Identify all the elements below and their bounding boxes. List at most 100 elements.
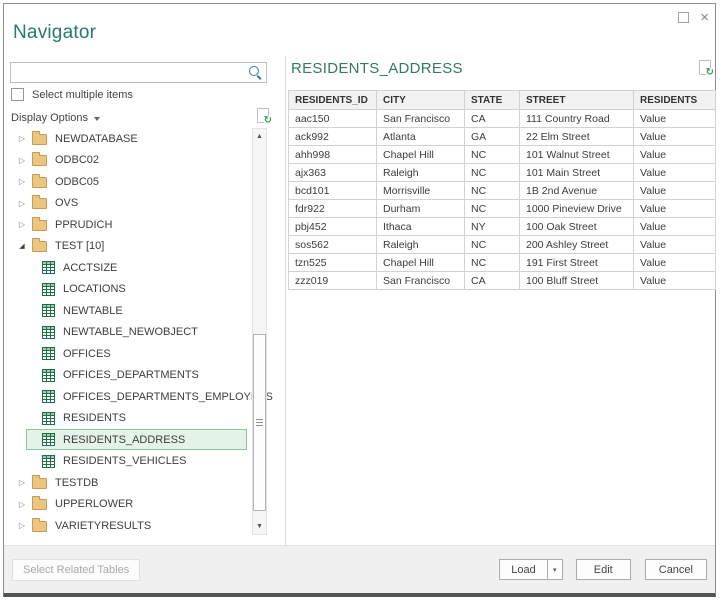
table-cell: Chapel Hill: [377, 146, 465, 164]
scroll-up-icon[interactable]: ▲: [253, 129, 266, 144]
tree-item-body: NEWTABLE_NEWOBJECT: [26, 322, 247, 343]
table-cell: Raleigh: [377, 164, 465, 182]
expand-arrow-icon[interactable]: ▷: [16, 156, 28, 165]
preview-title: RESIDENTS_ADDRESS: [291, 60, 463, 77]
load-button[interactable]: Load: [499, 559, 547, 580]
tree-item-odbc02[interactable]: ▷ ODBC02: [4, 150, 252, 172]
tree-item-offices[interactable]: OFFICES: [4, 343, 252, 365]
table-cell: ahh998: [289, 146, 377, 164]
tree-item-acctsize[interactable]: ACCTSIZE: [4, 257, 252, 279]
collapse-arrow-icon[interactable]: ◢: [16, 242, 28, 250]
table-icon: [42, 304, 55, 317]
tree-item-odbc05[interactable]: ▷ODBC05: [4, 171, 252, 193]
select-multiple-checkbox[interactable]: [11, 88, 24, 101]
tree-item-testdb[interactable]: ▷ TESTDB: [4, 472, 252, 494]
tree-item-residents[interactable]: RESIDENTS: [4, 408, 252, 430]
tree-item-label: OVS: [55, 197, 78, 209]
tree-item-offices-departments[interactable]: OFFICES_DEPARTMENTS: [4, 365, 252, 387]
tree-item-residents-vehicles[interactable]: RESIDENTS_VEHICLES: [4, 451, 252, 473]
table-cell: NC: [465, 236, 520, 254]
table-icon: [42, 390, 55, 403]
display-options-button[interactable]: Display Options: [11, 112, 100, 124]
edit-button[interactable]: Edit: [576, 559, 631, 580]
expand-arrow-icon[interactable]: ▷: [16, 500, 28, 509]
table-cell: Value: [634, 236, 716, 254]
search-icon[interactable]: [248, 65, 263, 80]
tree-scrollbar[interactable]: ▲ ▼: [252, 128, 267, 535]
table-cell: CA: [465, 110, 520, 128]
table-cell: Morrisville: [377, 182, 465, 200]
tree-item-newtable-newobject[interactable]: NEWTABLE_NEWOBJECT: [4, 322, 252, 344]
expand-arrow-icon[interactable]: ▷: [16, 134, 28, 143]
table-cell: Atlanta: [377, 128, 465, 146]
tree-item-varietyresults[interactable]: ▷ VARIETYRESULTS: [4, 515, 252, 537]
load-dropdown-icon[interactable]: ▾: [547, 559, 563, 580]
tree-item-label: ACCTSIZE: [63, 262, 117, 274]
tree-item-ovs[interactable]: ▷ OVS: [4, 193, 252, 215]
tree-item-pprudich[interactable]: ▷PPRUDICH: [4, 214, 252, 236]
tree-item-upperlower[interactable]: ▷ UPPERLOWER: [4, 494, 252, 516]
preview-table: RESIDENTS_IDCITYSTATESTREETRESIDENTS aac…: [288, 90, 716, 290]
tree-item-label: LOCATIONS: [63, 283, 126, 295]
table-cell: NC: [465, 254, 520, 272]
tree-item-body: OVS: [28, 193, 247, 214]
tree-item-residents-address[interactable]: RESIDENTS_ADDRESS: [4, 429, 252, 451]
table-cell: 101 Main Street: [520, 164, 634, 182]
table-cell: tzn525: [289, 254, 377, 272]
folder-icon: [32, 499, 47, 510]
tree-item-newtable[interactable]: NEWTABLE: [4, 300, 252, 322]
table-cell: Value: [634, 200, 716, 218]
table-cell: NC: [465, 182, 520, 200]
tree-item-test-10[interactable]: ◢TEST [10]: [4, 236, 252, 258]
table-cell: San Francisco: [377, 110, 465, 128]
navigator-tree: ▷NEWDATABASE▷ODBC02▷ODBC05▷OVS▷PPRUDICH◢…: [4, 128, 252, 537]
table-cell: GA: [465, 128, 520, 146]
folder-icon: [32, 521, 47, 532]
folder-icon: [32, 177, 47, 188]
table-cell: ack992: [289, 128, 377, 146]
scrollbar-grip-icon: [256, 419, 263, 427]
tree-item-body: LOCATIONS: [26, 279, 247, 300]
chevron-down-icon: [94, 117, 100, 121]
table-cell: Value: [634, 110, 716, 128]
tree-item-body: NEWDATABASE: [28, 128, 247, 149]
table-cell: Value: [634, 128, 716, 146]
tree-item-body: OFFICES_DEPARTMENTS: [26, 365, 247, 386]
folder-icon: [32, 241, 47, 252]
scroll-down-icon[interactable]: ▼: [253, 519, 266, 534]
display-options-label: Display Options: [11, 112, 88, 124]
tree-item-newdatabase[interactable]: ▷NEWDATABASE: [4, 128, 252, 150]
table-row: bcd101MorrisvilleNC1B 2nd AvenueValue: [289, 182, 716, 200]
table-cell: Value: [634, 146, 716, 164]
tree-item-locations[interactable]: LOCATIONS: [4, 279, 252, 301]
expand-arrow-icon[interactable]: ▷: [16, 220, 28, 229]
tree-item-label: OFFICES_DEPARTMENTS: [63, 369, 199, 381]
select-related-tables-button[interactable]: Select Related Tables: [12, 559, 140, 581]
cancel-button[interactable]: Cancel: [645, 559, 707, 580]
search-input[interactable]: [11, 63, 266, 82]
load-split-button: Load ▾: [499, 559, 562, 580]
column-header-state: STATE: [465, 91, 520, 110]
tree-item-label: VARIETYRESULTS: [55, 520, 151, 532]
tree-item-label: UPPERLOWER: [55, 498, 133, 510]
table-cell: 200 Ashley Street: [520, 236, 634, 254]
refresh-preview-icon[interactable]: ↻: [699, 60, 711, 75]
table-cell: bcd101: [289, 182, 377, 200]
column-header-residents_id: RESIDENTS_ID: [289, 91, 377, 110]
expand-arrow-icon[interactable]: ▷: [16, 521, 28, 530]
refresh-tree-icon[interactable]: ↻: [257, 108, 269, 123]
table-cell: NC: [465, 200, 520, 218]
tree-item-body: ACCTSIZE: [26, 257, 247, 278]
tree-item-label: ODBC02: [55, 154, 99, 166]
expand-arrow-icon[interactable]: ▷: [16, 478, 28, 487]
tree-item-label: TESTDB: [55, 477, 98, 489]
tree-item-label: RESIDENTS: [63, 412, 126, 424]
dialog-footer: Select Related Tables Load ▾ Edit Cancel: [4, 545, 715, 593]
scrollbar-thumb[interactable]: [253, 334, 266, 511]
tree-item-body: NEWTABLE: [26, 300, 247, 321]
tree-item-body: ODBC05: [28, 171, 247, 192]
table-cell: San Francisco: [377, 272, 465, 290]
expand-arrow-icon[interactable]: ▷: [16, 177, 28, 186]
expand-arrow-icon[interactable]: ▷: [16, 199, 28, 208]
tree-item-offices-departments-employees[interactable]: OFFICES_DEPARTMENTS_EMPLOYEES: [4, 386, 252, 408]
